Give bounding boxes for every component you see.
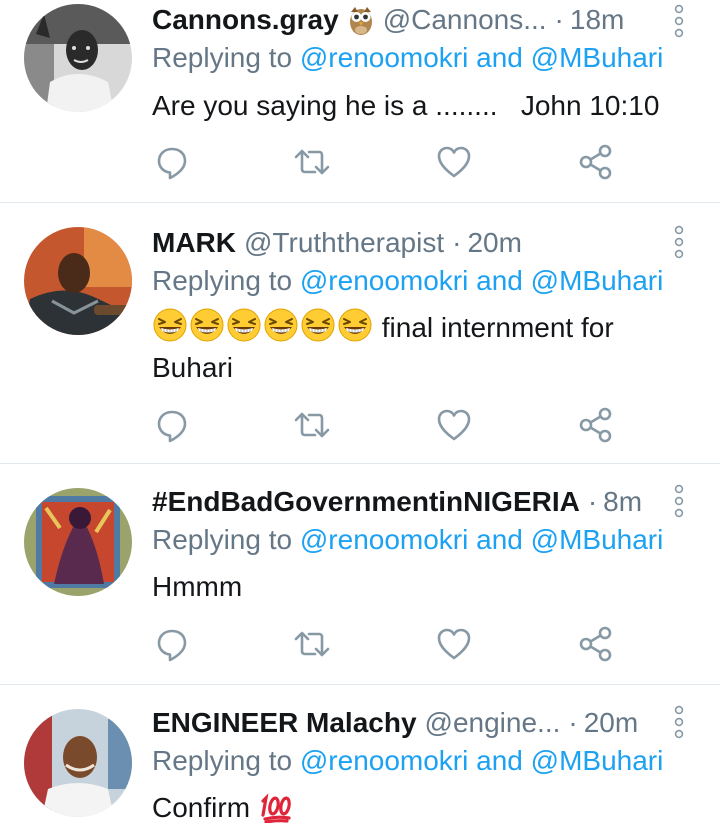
tweet[interactable]: ENGINEER Malachy @engine... · 20m Replyi… xyxy=(0,685,720,836)
share-icon xyxy=(579,407,612,443)
retweet-icon xyxy=(294,412,330,438)
avatar[interactable] xyxy=(24,488,132,596)
retweet-icon xyxy=(294,631,330,657)
reply-icon xyxy=(157,629,187,662)
like-button[interactable] xyxy=(434,142,474,182)
separator-dot: · xyxy=(554,4,564,35)
more-options-icon[interactable] xyxy=(672,484,686,518)
mention-conjunction: and xyxy=(476,745,523,776)
avatar[interactable] xyxy=(24,4,132,112)
hundred-points-emoji xyxy=(258,787,294,824)
owl-icon xyxy=(347,4,375,36)
replying-to-line: Replying to @renoomokri and @MBuhari xyxy=(152,745,663,777)
reply-feed: Cannons.gray @Cannons... · 18m Replying … xyxy=(0,0,720,836)
replying-to-line: Replying to @renoomokri and @MBuhari xyxy=(152,524,663,556)
reply-button[interactable] xyxy=(152,142,192,182)
retweet-button[interactable] xyxy=(292,142,332,182)
separator-dot: · xyxy=(568,707,578,738)
replying-to-line: Replying to @renoomokri and @MBuhari xyxy=(152,42,663,74)
grinning-squinting-face-emoji xyxy=(337,307,373,343)
tweet-actions xyxy=(152,405,622,445)
tweet[interactable]: Cannons.gray @Cannons... · 18m Replying … xyxy=(0,0,720,203)
replying-to-label: Replying to xyxy=(152,265,293,296)
retweet-button[interactable] xyxy=(292,624,332,664)
heart-icon xyxy=(437,409,471,441)
separator-dot: · xyxy=(452,227,462,258)
replying-to-label: Replying to xyxy=(152,42,293,73)
author-name[interactable]: ENGINEER Malachy xyxy=(152,707,417,739)
share-icon xyxy=(579,144,612,180)
tweet-text: Hmmm xyxy=(152,571,243,602)
tweet[interactable]: #EndBadGovernmentinNIGERIA · 8m Replying… xyxy=(0,464,720,685)
mention-link[interactable]: @renoomokri xyxy=(300,745,468,776)
share-button[interactable] xyxy=(576,405,616,445)
tweet-text-body: Confirm xyxy=(152,792,251,823)
heart-icon xyxy=(437,628,471,660)
tweet-text: Confirm xyxy=(152,787,690,828)
timestamp[interactable]: 20m xyxy=(467,227,521,259)
reply-button[interactable] xyxy=(152,405,192,445)
retweet-icon xyxy=(294,149,330,175)
like-button[interactable] xyxy=(434,405,474,445)
timestamp[interactable]: 20m xyxy=(584,707,638,739)
timestamp[interactable]: 8m xyxy=(603,486,642,518)
grinning-squinting-face-emoji-group xyxy=(152,308,374,343)
grinning-squinting-face-emoji xyxy=(226,307,262,343)
mention-link[interactable]: @MBuhari xyxy=(531,524,664,555)
separator-dot: · xyxy=(587,486,598,517)
author-handle[interactable]: @engine... xyxy=(425,707,561,739)
replying-to-line: Replying to @renoomokri and @MBuhari xyxy=(152,265,663,297)
more-options-icon[interactable] xyxy=(672,705,686,739)
mention-conjunction: and xyxy=(476,265,523,296)
more-options-icon[interactable] xyxy=(672,225,686,259)
author-handle[interactable]: @Truththerapist xyxy=(244,227,444,259)
mention-link[interactable]: @renoomokri xyxy=(300,42,468,73)
grinning-squinting-face-emoji xyxy=(189,307,225,343)
reply-icon xyxy=(157,147,187,180)
reply-button[interactable] xyxy=(152,624,192,664)
mention-link[interactable]: @renoomokri xyxy=(300,265,468,296)
share-icon xyxy=(579,626,612,662)
avatar[interactable] xyxy=(24,227,132,335)
mention-conjunction: and xyxy=(476,524,523,555)
author-name[interactable]: MARK xyxy=(152,227,236,259)
tweet-text: Are you saying he is a ........ John 10:… xyxy=(152,90,660,121)
mention-link[interactable]: @MBuhari xyxy=(531,42,664,73)
retweet-button[interactable] xyxy=(292,405,332,445)
heart-icon xyxy=(437,146,471,178)
author-name[interactable]: #EndBadGovernmentinNIGERIA xyxy=(152,486,580,518)
tweet-text: final internment for Buhari xyxy=(152,307,652,388)
tweet[interactable]: MARK @Truththerapist · 20m Replying to @… xyxy=(0,203,720,464)
grinning-squinting-face-emoji xyxy=(152,307,188,343)
tweet-actions xyxy=(152,624,622,664)
mention-link[interactable]: @renoomokri xyxy=(300,524,468,555)
grinning-squinting-face-emoji xyxy=(300,307,336,343)
replying-to-label: Replying to xyxy=(152,745,293,776)
like-button[interactable] xyxy=(434,624,474,664)
tweet-actions xyxy=(152,142,622,182)
reply-icon xyxy=(157,410,187,443)
replying-to-label: Replying to xyxy=(152,524,293,555)
timestamp[interactable]: 18m xyxy=(570,4,624,36)
author-name[interactable]: Cannons.gray xyxy=(152,4,339,36)
grinning-squinting-face-emoji xyxy=(263,307,299,343)
author-handle[interactable]: @Cannons... xyxy=(383,4,547,36)
share-button[interactable] xyxy=(576,624,616,664)
mention-link[interactable]: @MBuhari xyxy=(531,745,664,776)
more-options-icon[interactable] xyxy=(672,4,686,38)
mention-conjunction: and xyxy=(476,42,523,73)
avatar[interactable] xyxy=(24,709,132,817)
share-button[interactable] xyxy=(576,142,616,182)
mention-link[interactable]: @MBuhari xyxy=(531,265,664,296)
